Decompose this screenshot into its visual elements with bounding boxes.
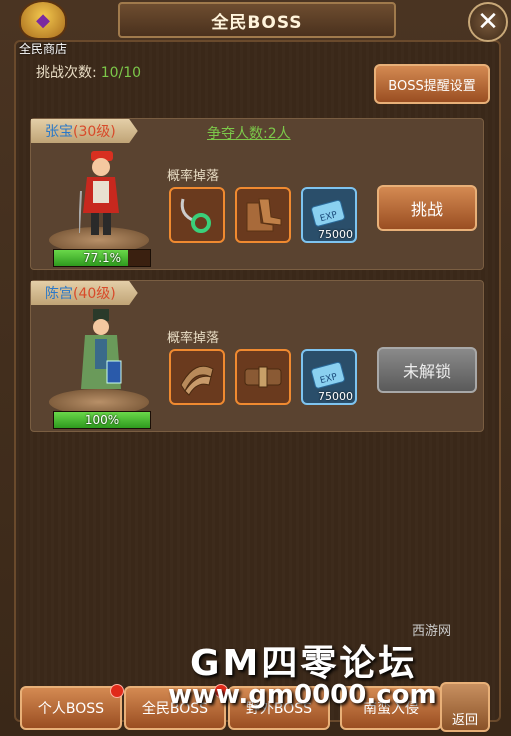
tab-personal-boss[interactable]: 个人BOSS	[20, 684, 124, 730]
boots-icon	[246, 198, 282, 232]
boss-name-tag: 陈宫 (40级)	[31, 281, 138, 305]
boss-card: 陈宫 (40级) 100% 概率掉落 EXP 75000 未解锁	[30, 280, 484, 432]
shoulder-armor-icon	[180, 365, 214, 396]
boss-remind-settings-button[interactable]: BOSS提醒设置	[374, 64, 490, 104]
drop-label: 概率掉落	[167, 331, 220, 346]
exp-count: 75000	[318, 390, 353, 403]
challenge-label: 挑战次数:	[36, 65, 97, 81]
compete-count-link[interactable]: 争夺人数:2人	[207, 123, 291, 143]
challenge-count: 挑战次数: 10/10	[36, 62, 141, 82]
boss-hp-bar: 100%	[53, 411, 151, 429]
page-title: 全民BOSS	[118, 2, 396, 38]
amulet-icon	[180, 198, 211, 233]
belt-icon	[244, 366, 282, 388]
shop-label: 全民商店	[18, 42, 67, 56]
exp-count: 75000	[318, 228, 353, 241]
drop-item-amulet[interactable]	[169, 187, 225, 243]
drop-item-belt[interactable]	[235, 349, 291, 405]
boss-hp-text: 100%	[84, 413, 120, 427]
shop-chest-icon: ◆	[19, 0, 67, 40]
boss-card: 张宝 (30级) 争夺人数:2人 77.1% 概率掉落 EXP 75000 挑战	[30, 118, 484, 270]
shop-button[interactable]: ◆ 全民商店	[10, 0, 76, 56]
boss-name: 陈宫	[45, 286, 73, 302]
drop-item-exp[interactable]: EXP 75000	[301, 349, 357, 405]
watermark-url: www.gm0000.com	[168, 680, 437, 710]
game-window: ◆ 全民商店 全民BOSS ✕ 挑战次数: 10/10 BOSS提醒设置 张宝 (3…	[0, 0, 511, 736]
drop-item-boots[interactable]	[235, 187, 291, 243]
drop-item-exp[interactable]: EXP 75000	[301, 187, 357, 243]
back-button[interactable]: 返回	[440, 682, 490, 732]
drop-label: 概率掉落	[167, 169, 220, 184]
boss-level: (40级)	[73, 286, 116, 302]
locked-button[interactable]: 未解锁	[377, 347, 477, 393]
close-button[interactable]: ✕	[468, 2, 508, 42]
boss-name: 张宝	[45, 124, 73, 140]
tab-label: 个人BOSS	[37, 701, 105, 717]
boss-hp-text: 77.1%	[82, 251, 122, 265]
boss-hp-bar: 77.1%	[53, 249, 151, 267]
boss-level: (30级)	[73, 124, 116, 140]
drop-item-shoulder[interactable]	[169, 349, 225, 405]
notification-dot	[110, 684, 124, 698]
challenge-value: 10/10	[100, 65, 142, 81]
boss-name-tag: 张宝 (30级)	[31, 119, 138, 143]
challenge-button[interactable]: 挑战	[377, 185, 477, 231]
watermark-site: 西游网	[412, 624, 452, 639]
boss-portrait-chengong[interactable]	[79, 309, 123, 399]
boss-portrait-zhangbao[interactable]	[79, 151, 123, 241]
watermark-title: GM四零论坛	[190, 643, 418, 684]
